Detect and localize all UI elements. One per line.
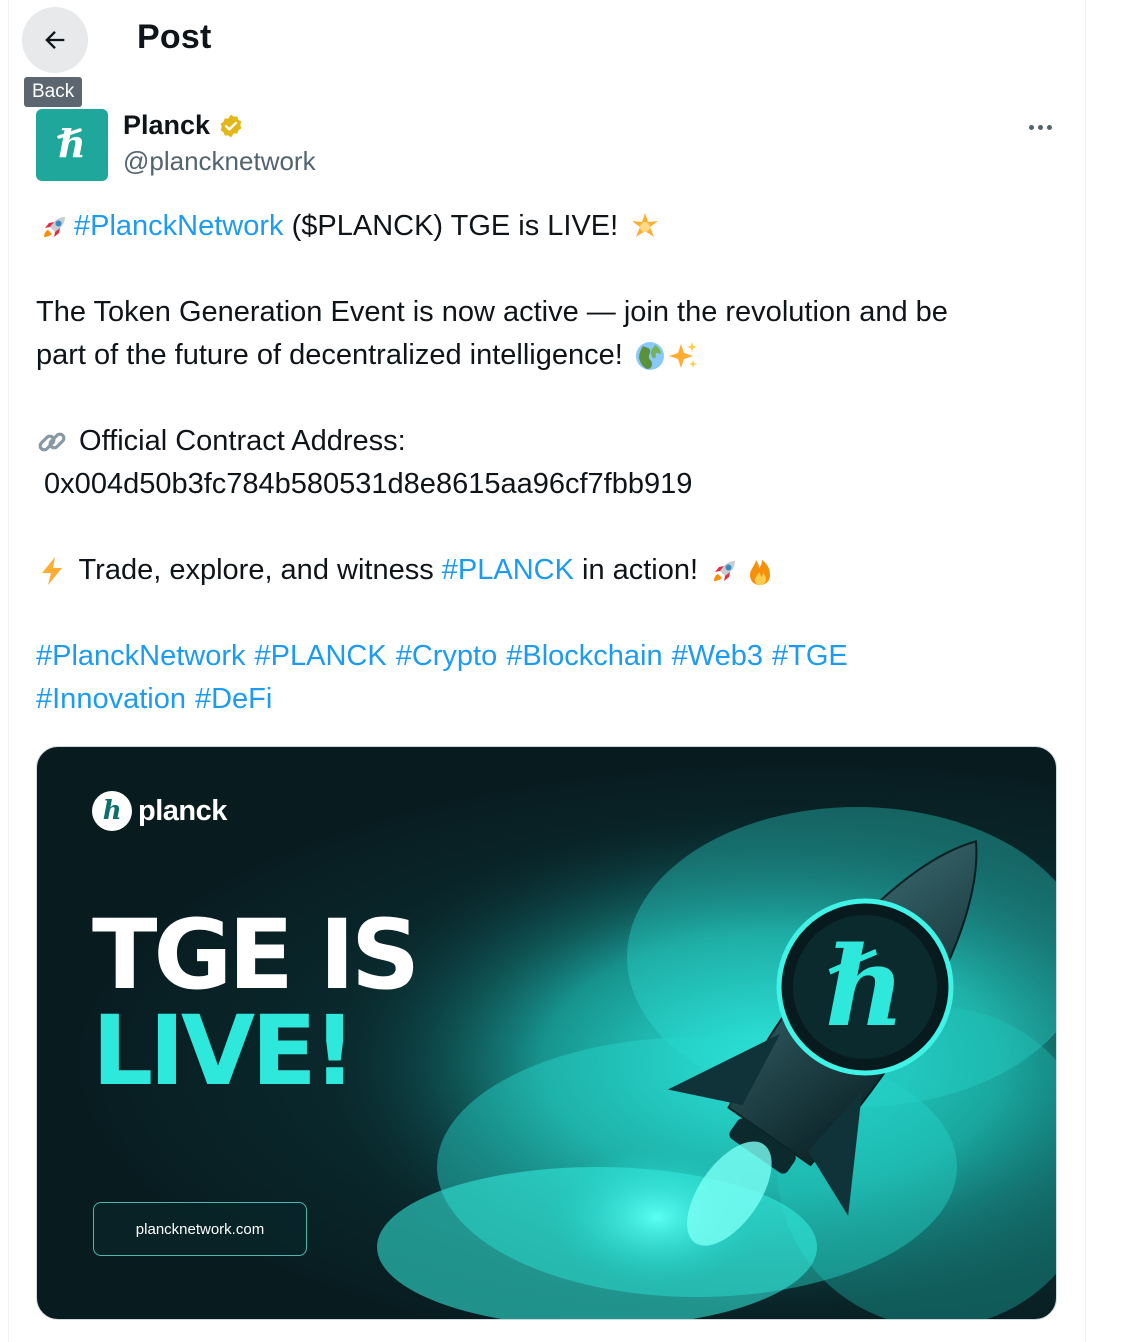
hashtag-link[interactable]: #PLANCK: [442, 549, 574, 592]
arrow-left-icon: [45, 31, 65, 49]
post-line: part of the future of decentralized inte…: [36, 334, 1046, 377]
post-text-span: in action!: [573, 554, 707, 586]
author-name[interactable]: Planck: [123, 110, 244, 141]
globe-icon: [635, 341, 664, 370]
svg-text:ℏ: ℏ: [825, 922, 905, 1051]
hashtag-link[interactable]: #DeFi: [195, 678, 272, 721]
glowing-star-icon: [632, 212, 659, 237]
media-logo: h planck: [92, 791, 227, 831]
post-text-span: Official Contract Address:: [71, 425, 406, 457]
link-icon: [38, 432, 66, 451]
dot-icon: [1028, 124, 1034, 130]
post-text-span: part of the future of decentralized inte…: [36, 339, 631, 371]
post-line: #PlanckNetwork ($PLANCK) TGE is LIVE!: [36, 205, 1046, 248]
sparkles-icon: [668, 341, 697, 368]
more-options-button[interactable]: [1019, 112, 1061, 142]
fire-icon: [750, 559, 771, 585]
media-headline: TGE IS LIVE!: [92, 899, 420, 1107]
hashtag-link[interactable]: #TGE: [772, 635, 848, 678]
hashtag-link[interactable]: #Blockchain: [506, 635, 662, 678]
hashtag-link[interactable]: #PLANCK: [255, 635, 387, 678]
dot-icon: [1046, 124, 1052, 130]
header-bar: Back Post: [9, 0, 1085, 107]
post-media-image[interactable]: ℏ h planck TGE IS LIVE! plancknetwork.co…: [36, 746, 1057, 1320]
svg-text:h: h: [58, 121, 86, 166]
contract-address: 0x004d50b3fc784b580531d8e8615aa96cf7fbb9…: [36, 468, 693, 500]
post-line: Official Contract Address:: [36, 420, 1046, 463]
hashtag-row: #PlanckNetwork #PLANCK #Crypto #Blockcha…: [36, 635, 1046, 678]
dot-icon: [1037, 124, 1043, 130]
back-tooltip: Back: [24, 77, 83, 107]
media-url-button: plancknetwork.com: [93, 1202, 307, 1256]
post-line: Trade, explore, and witness #PLANCK in a…: [36, 549, 1046, 592]
headline-line-2: LIVE!: [92, 995, 357, 1107]
hashtag-link[interactable]: #PlanckNetwork: [74, 205, 284, 248]
rocket-icon: [44, 216, 65, 237]
author-name-text: Planck: [123, 110, 211, 140]
post-column: Back Post h Planck @plancknetwork #Planc…: [8, 0, 1086, 1342]
hashtag-link[interactable]: #Crypto: [396, 635, 498, 678]
hashtag-link[interactable]: #Web3: [672, 635, 763, 678]
planck-logo-icon: h: [92, 791, 132, 831]
post-line: The Token Generation Event is now active…: [36, 296, 948, 328]
page-title: Post: [137, 18, 212, 56]
planck-logo-icon: h: [57, 121, 86, 166]
post-text-span: Trade, explore, and witness: [71, 554, 442, 586]
hashtag-row: #Innovation #DeFi: [36, 678, 1046, 721]
rocket-icon: [714, 560, 736, 581]
avatar[interactable]: h: [36, 109, 108, 181]
media-logo-text: planck: [138, 794, 227, 827]
post-text-span: ($PLANCK) TGE is LIVE!: [283, 210, 627, 242]
hashtag-link[interactable]: #Innovation: [36, 678, 186, 721]
back-button[interactable]: [22, 7, 88, 73]
author-handle[interactable]: @plancknetwork: [123, 146, 316, 177]
post-text: #PlanckNetwork ($PLANCK) TGE is LIVE! Th…: [36, 205, 1046, 721]
verified-badge-icon: [220, 114, 242, 137]
headline-line-1: TGE IS: [92, 899, 420, 1011]
lightning-icon: [42, 556, 62, 585]
hashtag-link[interactable]: #PlanckNetwork: [36, 635, 246, 678]
